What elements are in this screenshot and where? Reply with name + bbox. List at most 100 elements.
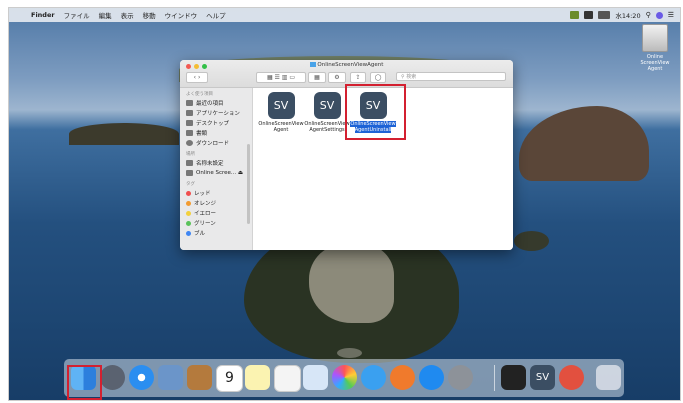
search-field[interactable]: ⚲ 検索 bbox=[396, 72, 506, 81]
tag-dot-icon bbox=[186, 230, 191, 236]
launchpad-icon[interactable] bbox=[100, 365, 125, 390]
background-island bbox=[69, 123, 179, 145]
sidebar-section-favorites: よく使う項目 bbox=[186, 92, 213, 97]
sidebar-item-applications[interactable]: アプリケーション bbox=[180, 108, 252, 118]
clock[interactable]: 水14:20 bbox=[615, 10, 640, 20]
menu-bar: Finder ファイル 編集 表示 移動 ウインドウ ヘルプ 水14:20 ⚲ … bbox=[9, 8, 680, 22]
tag-dot-icon bbox=[186, 190, 191, 196]
sidebar-item-downloads[interactable]: ダウンロード bbox=[180, 138, 252, 148]
sidebar-item-label: 書類 bbox=[196, 131, 208, 137]
sidebar-item-label: 最近の項目 bbox=[196, 101, 224, 107]
terminal-icon[interactable] bbox=[501, 365, 526, 390]
menubar-status-area: 水14:20 ⚲ ☰ bbox=[570, 8, 674, 22]
sidebar-item-label: アプリケーション bbox=[196, 111, 240, 117]
sidebar-item-online-screenview[interactable]: Online Scree... ⏏ bbox=[180, 168, 252, 178]
clock-icon bbox=[186, 100, 193, 106]
sidebar-item-documents[interactable]: 書類 bbox=[180, 128, 252, 138]
contacts-icon[interactable] bbox=[187, 365, 212, 390]
sidebar: よく使う項目 最近の項目 アプリケーション デスクトップ 書類 ダウンロード 場… bbox=[180, 88, 253, 250]
sidebar-item-label: 名称未設定 bbox=[196, 161, 224, 167]
menu-view[interactable]: 表示 bbox=[121, 10, 134, 20]
support-app-icon[interactable] bbox=[559, 365, 584, 390]
notes-icon[interactable] bbox=[245, 365, 270, 390]
desktop-icon bbox=[186, 120, 193, 126]
sidebar-item-label: デスクトップ bbox=[196, 121, 230, 127]
sidebar-item-label: レッド bbox=[194, 191, 211, 197]
background-rock bbox=[514, 231, 549, 251]
sv-dock-icon[interactable]: SV bbox=[530, 365, 555, 390]
battery-icon[interactable] bbox=[598, 11, 611, 19]
sidebar-tag-yellow[interactable]: イエロー bbox=[180, 208, 252, 218]
highlight-finder bbox=[67, 365, 102, 400]
background-island bbox=[519, 106, 649, 181]
action-gear-button[interactable]: ⚙ bbox=[328, 72, 346, 83]
sidebar-scrollbar[interactable] bbox=[247, 144, 250, 224]
menu-go[interactable]: 移動 bbox=[143, 10, 156, 20]
group-button[interactable]: ▦ bbox=[308, 72, 326, 83]
sidebar-item-label: Online Scree... ⏏ bbox=[196, 170, 244, 176]
download-icon bbox=[186, 140, 193, 146]
disk-icon bbox=[186, 160, 193, 166]
applications-icon bbox=[186, 110, 193, 116]
sidebar-item-untitled-disk[interactable]: 名称未設定 bbox=[180, 158, 252, 168]
sidebar-section-tags: タグ bbox=[186, 182, 195, 187]
photo-app-icon[interactable] bbox=[158, 365, 183, 390]
notification-center-icon[interactable]: ☰ bbox=[668, 11, 674, 19]
menu-file[interactable]: ファイル bbox=[64, 10, 90, 20]
search-placeholder: 検索 bbox=[406, 74, 417, 80]
search-icon[interactable]: ⚲ bbox=[646, 11, 651, 19]
folder-icon bbox=[309, 62, 316, 67]
dock-separator bbox=[494, 365, 495, 391]
menu-help[interactable]: ヘルプ bbox=[206, 10, 226, 20]
menu-edit[interactable]: 編集 bbox=[99, 10, 112, 20]
sidebar-tag-green[interactable]: グリーン bbox=[180, 218, 252, 228]
tag-button[interactable]: ◯ bbox=[370, 72, 386, 83]
system-preferences-icon[interactable] bbox=[448, 365, 473, 390]
sidebar-tag-blue[interactable]: ブル bbox=[180, 228, 252, 238]
file-name: OnlineScreenView Agent bbox=[258, 121, 304, 133]
file-onlinescreenviewagent[interactable]: SV OnlineScreenView Agent bbox=[255, 92, 307, 133]
sidebar-item-desktop[interactable]: デスクトップ bbox=[180, 118, 252, 128]
view-mode-buttons[interactable]: ▦ ☰ ▥ ▭ bbox=[256, 72, 306, 83]
drive-icon bbox=[642, 24, 668, 52]
sidebar-item-label: オレンジ bbox=[194, 201, 217, 207]
safari-icon[interactable] bbox=[129, 365, 154, 390]
sidebar-item-label: ダウンロード bbox=[196, 141, 230, 147]
drive-label: Online ScreenView Agent bbox=[640, 54, 670, 72]
dock: 9 SV bbox=[64, 359, 624, 397]
maps-icon[interactable] bbox=[303, 365, 328, 390]
background-rock bbox=[337, 348, 362, 358]
calendar-icon[interactable]: 9 bbox=[216, 365, 243, 392]
menu-finder[interactable]: Finder bbox=[31, 11, 55, 19]
sidebar-item-label: イエロー bbox=[194, 211, 216, 217]
siri-icon[interactable] bbox=[655, 11, 663, 19]
sidebar-tag-orange[interactable]: オレンジ bbox=[180, 198, 252, 208]
messages-icon[interactable] bbox=[361, 365, 386, 390]
books-icon[interactable] bbox=[390, 365, 415, 390]
menu-window[interactable]: ウインドウ bbox=[165, 10, 198, 20]
background-rocks bbox=[309, 243, 394, 323]
sidebar-item-label: グリーン bbox=[194, 221, 216, 227]
sv-app-icon: SV bbox=[267, 92, 295, 119]
back-forward-buttons[interactable]: ‹ › bbox=[186, 72, 208, 83]
sidebar-item-recents[interactable]: 最近の項目 bbox=[180, 98, 252, 108]
share-button[interactable]: ⇪ bbox=[350, 72, 366, 83]
status-input-icon[interactable] bbox=[584, 11, 594, 19]
photos-icon[interactable] bbox=[332, 365, 357, 390]
disk-icon bbox=[186, 170, 193, 176]
sidebar-item-label: ブル bbox=[194, 231, 206, 237]
sidebar-tag-red[interactable]: レッド bbox=[180, 188, 252, 198]
desktop-drive-icon[interactable]: Online ScreenView Agent bbox=[633, 24, 677, 72]
window-title: OnlineScreenViewAgent bbox=[180, 62, 513, 68]
document-icon bbox=[186, 130, 193, 136]
tag-dot-icon bbox=[186, 220, 191, 226]
reminders-icon[interactable] bbox=[274, 365, 301, 392]
tag-dot-icon bbox=[186, 200, 191, 206]
status-app-icon[interactable] bbox=[570, 11, 580, 19]
sidebar-section-locations: 場所 bbox=[186, 152, 195, 157]
trash-icon[interactable] bbox=[596, 365, 621, 390]
app-store-icon[interactable] bbox=[419, 365, 444, 390]
highlight-uninstall bbox=[345, 84, 406, 140]
sv-app-icon: SV bbox=[313, 92, 341, 119]
tag-dot-icon bbox=[186, 210, 191, 216]
